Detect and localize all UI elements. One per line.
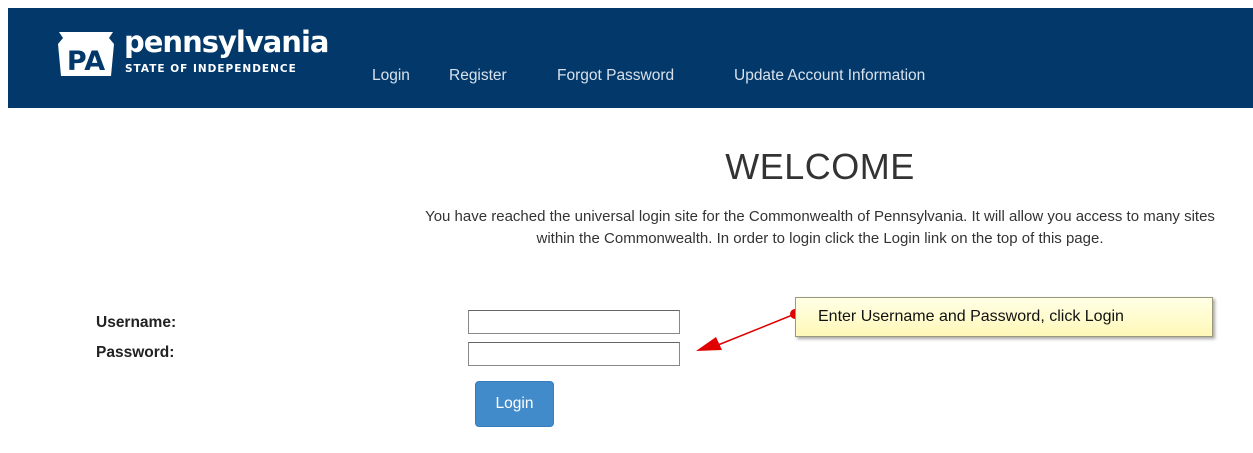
callout-note: Enter Username and Password, click Login: [795, 297, 1213, 337]
callout-arrow-icon: [696, 309, 800, 351]
